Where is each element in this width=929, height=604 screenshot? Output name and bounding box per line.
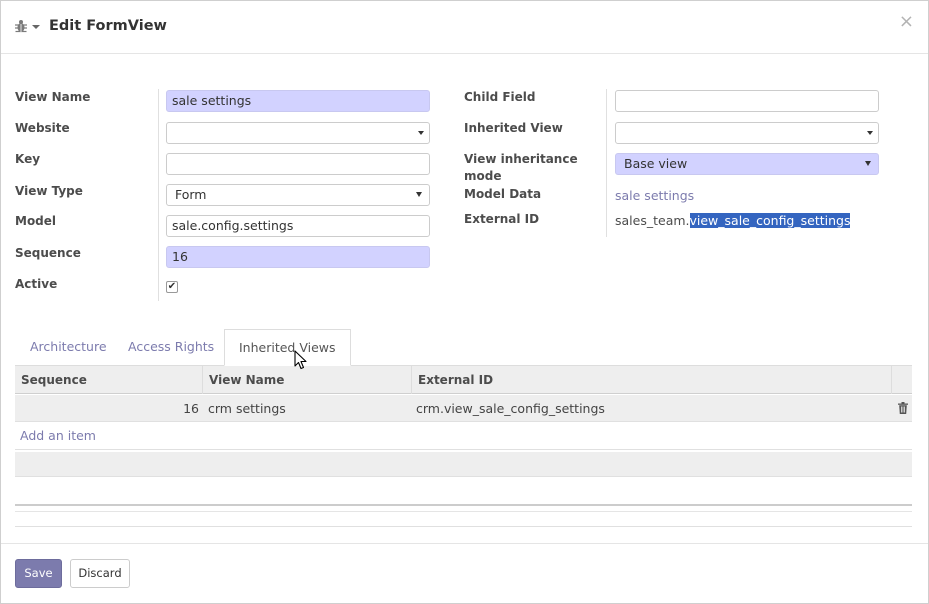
dialog-footer-divider [1, 543, 928, 544]
external-id-prefix: sales_team. [615, 213, 690, 228]
column-header-sequence[interactable]: Sequence [15, 366, 203, 394]
cell-sequence: 16 [183, 401, 199, 416]
column-header-external-id[interactable]: External ID [412, 366, 892, 394]
discard-button[interactable]: Discard [70, 559, 130, 588]
inheritance-mode-label-line1: View inheritance [464, 152, 578, 166]
view-name-input[interactable]: sale settings [166, 90, 430, 112]
inherited-view-label: Inherited View [464, 121, 563, 135]
bug-icon[interactable] [15, 19, 27, 33]
external-id-selection: view_sale_config_settings [689, 213, 851, 228]
sequence-label: Sequence [15, 246, 81, 260]
tab-inherited-views[interactable]: Inherited Views [224, 329, 351, 366]
view-name-label: View Name [15, 90, 91, 104]
model-input[interactable]: sale.config.settings [166, 215, 430, 237]
mouse-cursor-icon [294, 350, 307, 370]
edit-view-dialog: Edit FormView × View Name sale settings … [0, 0, 929, 604]
add-item-link[interactable]: Add an item [20, 428, 96, 443]
close-icon[interactable]: × [899, 13, 914, 31]
table-bottom-border [15, 504, 912, 512]
inherited-view-select[interactable] [615, 122, 879, 144]
child-field-label: Child Field [464, 90, 536, 104]
active-checkbox[interactable]: ✔ [166, 281, 178, 293]
right-column-divider [606, 89, 607, 237]
child-field-input[interactable] [615, 90, 879, 112]
caret-down-icon [865, 161, 871, 166]
row-divider [15, 476, 912, 477]
table-header: Sequence View Name External ID [15, 366, 912, 394]
model-label: Model [15, 214, 57, 228]
key-input[interactable] [166, 153, 430, 175]
table-footer [15, 452, 912, 476]
caret-down-icon [416, 192, 422, 197]
left-column-divider [158, 89, 159, 301]
model-data-label: Model Data [464, 187, 542, 201]
inheritance-mode-select-value: Base view [624, 156, 688, 171]
dialog-title: Edit FormView [49, 18, 167, 34]
caret-down-icon [418, 131, 424, 135]
cell-external-id: crm.view_sale_config_settings [416, 401, 605, 416]
cell-view-name: crm settings [208, 401, 286, 416]
dialog-header: Edit FormView × [1, 1, 928, 54]
tab-access-rights[interactable]: Access Rights [128, 334, 214, 360]
caret-down-icon [867, 131, 873, 135]
chevron-down-icon[interactable] [32, 25, 40, 29]
table-row[interactable]: 16 crm settings crm.view_sale_config_set… [15, 395, 912, 422]
website-select[interactable] [166, 122, 430, 144]
tab-architecture[interactable]: Architecture [30, 334, 107, 360]
website-label: Website [15, 121, 70, 135]
inheritance-mode-label-line2: mode [464, 169, 502, 183]
save-button[interactable]: Save [15, 559, 62, 588]
view-type-select[interactable]: Form [166, 184, 430, 206]
column-header-view-name[interactable]: View Name [203, 366, 412, 394]
inheritance-mode-select[interactable]: Base view [615, 153, 879, 175]
sequence-input[interactable]: 16 [166, 246, 430, 268]
external-id-label: External ID [464, 212, 540, 226]
external-id-value[interactable]: sales_team.view_sale_config_settings [615, 213, 851, 229]
model-data-link[interactable]: sale settings [615, 188, 694, 204]
row-divider [15, 449, 912, 450]
key-label: Key [15, 152, 41, 166]
active-label: Active [15, 277, 58, 291]
view-type-select-value: Form [175, 187, 207, 202]
row-divider [15, 526, 912, 527]
trash-icon[interactable] [898, 402, 908, 414]
view-type-label: View Type [15, 184, 83, 198]
